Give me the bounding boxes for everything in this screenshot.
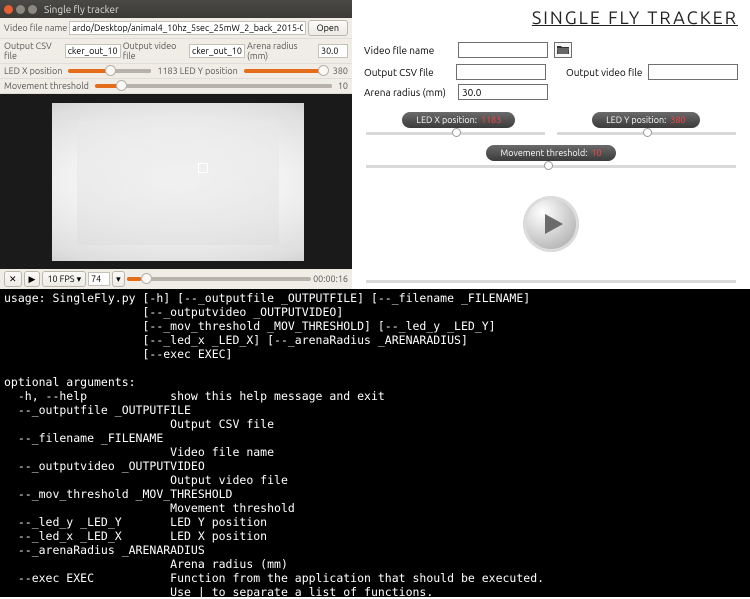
row-movement-threshold: Movement threshold 10 bbox=[0, 79, 352, 94]
video-viewer bbox=[0, 94, 352, 269]
stop-button[interactable]: ✕ bbox=[4, 271, 22, 287]
label-arena-radius: Arena radius (mm) bbox=[247, 41, 316, 61]
desktop-app-window: Single fly tracker Video file name Open … bbox=[0, 0, 352, 289]
web-play-area bbox=[364, 174, 738, 274]
slider-led-x[interactable] bbox=[68, 69, 151, 73]
label-led-x: LED X position bbox=[4, 66, 62, 76]
web-slider-led-y[interactable] bbox=[557, 132, 736, 135]
slider-led-y[interactable] bbox=[244, 69, 327, 73]
row-video-file: Video file name Open bbox=[0, 18, 352, 39]
arena-frame bbox=[52, 103, 304, 261]
play-button[interactable]: ▶ bbox=[24, 271, 41, 287]
web-app-panel: SINGLE FLY TRACKER Video file name Outpu… bbox=[352, 0, 750, 289]
slider-movement-threshold[interactable] bbox=[95, 84, 332, 88]
page-title: SINGLE FLY TRACKER bbox=[364, 0, 738, 42]
window-minimize-button[interactable] bbox=[16, 5, 25, 14]
web-label-video-file: Video file name bbox=[364, 45, 452, 56]
open-button[interactable]: Open bbox=[308, 20, 348, 36]
web-input-arena[interactable] bbox=[458, 84, 548, 100]
pill-led-x: LED X position:1183 bbox=[402, 112, 515, 128]
web-label-output-video: Output video file bbox=[566, 67, 644, 78]
web-led-pill-row: LED X position:1183 LED Y position:380 bbox=[364, 112, 738, 128]
terminal-output: usage: SingleFly.py [-h] [--_outputfile … bbox=[0, 289, 750, 597]
label-video-file: Video file name bbox=[4, 23, 67, 33]
play-icon bbox=[541, 212, 565, 236]
timecode: 00:00:16 bbox=[313, 274, 348, 284]
web-input-output-csv[interactable] bbox=[456, 64, 546, 80]
label-output-csv: Output CSV file bbox=[4, 41, 63, 61]
web-label-arena: Arena radius (mm) bbox=[364, 87, 452, 98]
input-output-video[interactable] bbox=[189, 44, 245, 58]
web-row-outputs: Output CSV file Output video file bbox=[364, 64, 738, 80]
folder-open-icon[interactable] bbox=[554, 42, 572, 58]
web-slider-led-x[interactable] bbox=[366, 132, 545, 135]
label-movement-threshold: Movement threshold bbox=[4, 81, 89, 91]
web-label-output-csv: Output CSV file bbox=[364, 67, 452, 78]
row-led-positions: LED X position 1183 LED Y position 380 bbox=[0, 64, 352, 79]
web-input-output-video[interactable] bbox=[648, 64, 738, 80]
web-slider-movement-threshold[interactable] bbox=[366, 165, 736, 168]
play-big-button[interactable] bbox=[523, 196, 579, 252]
web-mov-pill-row: Movement threshold:10 bbox=[364, 145, 738, 161]
web-row-video-file: Video file name bbox=[364, 42, 738, 58]
pill-movement-threshold: Movement threshold:10 bbox=[486, 145, 615, 161]
progress-slider[interactable] bbox=[127, 277, 311, 281]
pill-led-y: LED Y position:380 bbox=[592, 112, 700, 128]
value-led-x: 1183 bbox=[157, 66, 177, 76]
input-arena-radius[interactable] bbox=[318, 44, 348, 58]
playback-bar: ✕ ▶ 10 FPS ▾ ▾ 00:00:16 bbox=[0, 269, 352, 289]
tracking-marker bbox=[198, 163, 208, 173]
window-close-button[interactable] bbox=[4, 5, 13, 14]
window-maximize-button[interactable] bbox=[28, 5, 37, 14]
web-row-arena: Arena radius (mm) bbox=[364, 84, 738, 100]
frame-stepper[interactable]: ▾ bbox=[112, 271, 125, 287]
window-titlebar: Single fly tracker bbox=[0, 0, 352, 18]
label-led-y: LED Y position bbox=[180, 66, 238, 76]
frame-input[interactable] bbox=[88, 272, 110, 286]
value-movement-threshold: 10 bbox=[338, 81, 348, 91]
fps-selector[interactable]: 10 FPS ▾ bbox=[42, 271, 86, 287]
input-video-file[interactable] bbox=[69, 21, 305, 35]
value-led-y: 380 bbox=[333, 66, 348, 76]
web-bottom-slider[interactable] bbox=[366, 280, 736, 283]
label-output-video: Output video file bbox=[123, 41, 187, 61]
input-output-csv[interactable] bbox=[65, 44, 121, 58]
window-title: Single fly tracker bbox=[44, 4, 119, 15]
row-outputs: Output CSV file Output video file Arena … bbox=[0, 39, 352, 64]
web-input-video-file[interactable] bbox=[458, 42, 548, 58]
